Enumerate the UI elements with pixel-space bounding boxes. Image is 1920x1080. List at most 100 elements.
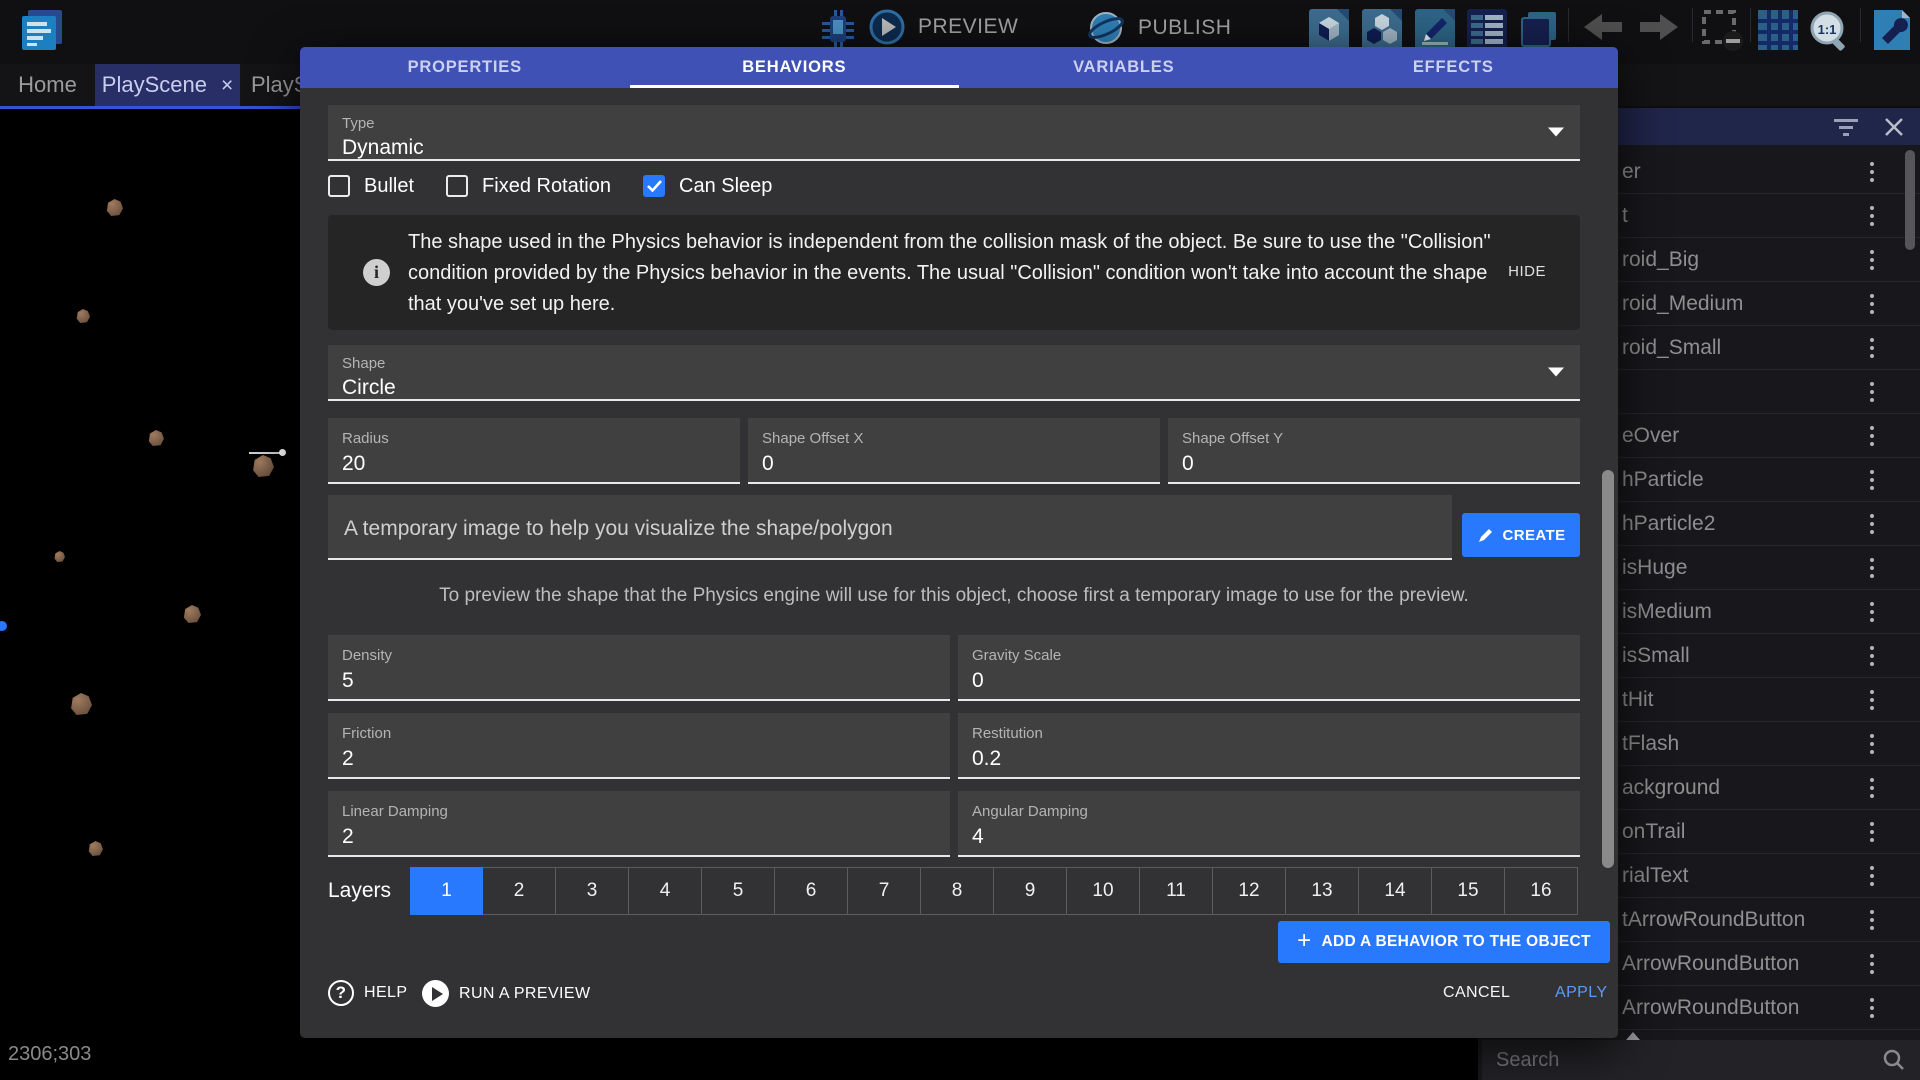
layer-toggle[interactable]: 5 [702,867,775,915]
checkbox-box-icon [643,175,665,197]
grid-icon[interactable] [1756,8,1800,52]
asteroid-sprite[interactable] [183,605,201,623]
create-button[interactable]: CREATE [1462,513,1580,557]
tab-playscene[interactable]: PlayScene × [95,64,240,106]
scroll-caret-icon [1626,1032,1640,1040]
kebab-menu-icon[interactable] [1870,866,1874,886]
number-input-field[interactable]: Gravity Scale 0 [958,635,1580,701]
kebab-menu-icon[interactable] [1870,778,1874,798]
kebab-menu-icon[interactable] [1870,602,1874,622]
number-input-field[interactable]: Restitution 0.2 [958,713,1580,779]
objects-scrollbar[interactable] [1905,150,1915,250]
number-input-field[interactable]: Friction 2 [328,713,950,779]
debug-icon[interactable] [818,8,858,52]
apply-button[interactable]: APPLY [1555,984,1607,1002]
add-behavior-button[interactable]: + ADD A BEHAVIOR TO THE OBJECT [1278,921,1610,963]
kebab-menu-icon[interactable] [1870,822,1874,842]
dialog-scrollbar[interactable] [1602,470,1614,868]
number-input-field[interactable]: Angular Damping 4 [958,791,1580,857]
cancel-button[interactable]: CANCEL [1443,984,1510,1002]
number-input-field[interactable]: Radius 20 [328,418,740,484]
object-groups-icon[interactable] [1361,8,1403,50]
shape-dropdown[interactable]: Shape Circle [328,345,1580,401]
publish-button[interactable]: PUBLISH [1086,8,1231,48]
number-input-field[interactable]: Shape Offset Y 0 [1168,418,1580,484]
number-input-field[interactable]: Density 5 [328,635,950,701]
layer-toggle[interactable]: 7 [848,867,921,915]
edit-scene-icon[interactable] [1414,8,1456,50]
close-icon[interactable]: × [221,75,233,96]
run-preview-button[interactable]: RUN A PREVIEW [422,980,590,1007]
kebab-menu-icon[interactable] [1870,998,1874,1018]
layer-toggle[interactable]: 15 [1432,867,1505,915]
kebab-menu-icon[interactable] [1870,646,1874,666]
number-input-field[interactable]: Shape Offset X 0 [748,418,1160,484]
help-label: HELP [364,984,407,1002]
help-icon: ? [328,980,354,1006]
layer-toggle[interactable]: 2 [483,867,556,915]
kebab-menu-icon[interactable] [1870,294,1874,314]
checkbox[interactable]: Can Sleep [643,175,772,198]
layers-icon[interactable] [1518,8,1560,50]
asteroid-sprite[interactable] [106,199,123,216]
layer-toggle[interactable]: 9 [994,867,1067,915]
number-input-field[interactable]: Linear Damping 2 [328,791,950,857]
layer-toggle[interactable]: 16 [1505,867,1578,915]
add-object-icon[interactable] [1308,8,1350,50]
asteroid-sprite[interactable] [148,430,164,446]
kebab-menu-icon[interactable] [1870,954,1874,974]
layer-toggle[interactable]: 12 [1213,867,1286,915]
temp-image-field[interactable]: A temporary image to help you visualize … [328,495,1452,560]
redo-icon[interactable] [1634,8,1684,50]
kebab-menu-icon[interactable] [1870,162,1874,182]
dialog-tab[interactable]: EFFECTS [1289,47,1619,88]
asteroid-sprite[interactable] [88,841,103,856]
asteroid-sprite[interactable] [76,309,90,323]
kebab-menu-icon[interactable] [1870,338,1874,358]
kebab-menu-icon[interactable] [1870,470,1874,490]
layer-toggle[interactable]: 4 [629,867,702,915]
layer-toggle[interactable]: 11 [1140,867,1213,915]
help-button[interactable]: ? HELP [328,980,407,1006]
close-icon[interactable] [1884,117,1904,137]
project-manager-icon[interactable] [18,8,66,54]
layer-toggle[interactable]: 1 [410,867,483,915]
zoom-original-icon[interactable]: 1:1 [1806,8,1854,54]
asteroid-sprite[interactable] [252,455,274,477]
search-input[interactable] [1482,1048,1882,1073]
undo-icon[interactable] [1578,8,1628,50]
scene-properties-icon[interactable] [1466,8,1508,50]
filter-list-icon[interactable] [1834,118,1858,136]
layer-toggle[interactable]: 3 [556,867,629,915]
info-message: i The shape used in the Physics behavior… [328,215,1580,330]
layer-toggle[interactable]: 14 [1359,867,1432,915]
layer-toggle[interactable]: 13 [1286,867,1359,915]
asteroid-sprite[interactable] [54,551,65,562]
asteroid-sprite[interactable] [70,693,92,715]
checkbox[interactable]: Fixed Rotation [446,175,611,198]
type-dropdown[interactable]: Type Dynamic [328,105,1580,161]
deselect-icon[interactable] [1700,8,1746,52]
preview-button[interactable]: PREVIEW [868,8,1018,46]
project-settings-icon[interactable] [1868,8,1914,52]
kebab-menu-icon[interactable] [1870,514,1874,534]
layer-toggle[interactable]: 6 [775,867,848,915]
layer-toggle[interactable]: 8 [921,867,994,915]
selection-handle-dot[interactable] [0,621,7,631]
kebab-menu-icon[interactable] [1870,558,1874,578]
kebab-menu-icon[interactable] [1870,734,1874,754]
kebab-menu-icon[interactable] [1870,382,1874,402]
hide-button[interactable]: HIDE [1508,263,1546,280]
kebab-menu-icon[interactable] [1870,206,1874,226]
checkbox[interactable]: Bullet [328,175,414,198]
dialog-tab[interactable]: VARIABLES [959,47,1289,88]
object-handle-dot[interactable] [279,449,286,456]
dialog-tab[interactable]: PROPERTIES [300,47,630,88]
kebab-menu-icon[interactable] [1870,690,1874,710]
layer-toggle[interactable]: 10 [1067,867,1140,915]
dialog-tab[interactable]: BEHAVIORS [630,47,960,88]
tab-home[interactable]: Home [0,64,95,106]
kebab-menu-icon[interactable] [1870,426,1874,446]
kebab-menu-icon[interactable] [1870,910,1874,930]
kebab-menu-icon[interactable] [1870,250,1874,270]
